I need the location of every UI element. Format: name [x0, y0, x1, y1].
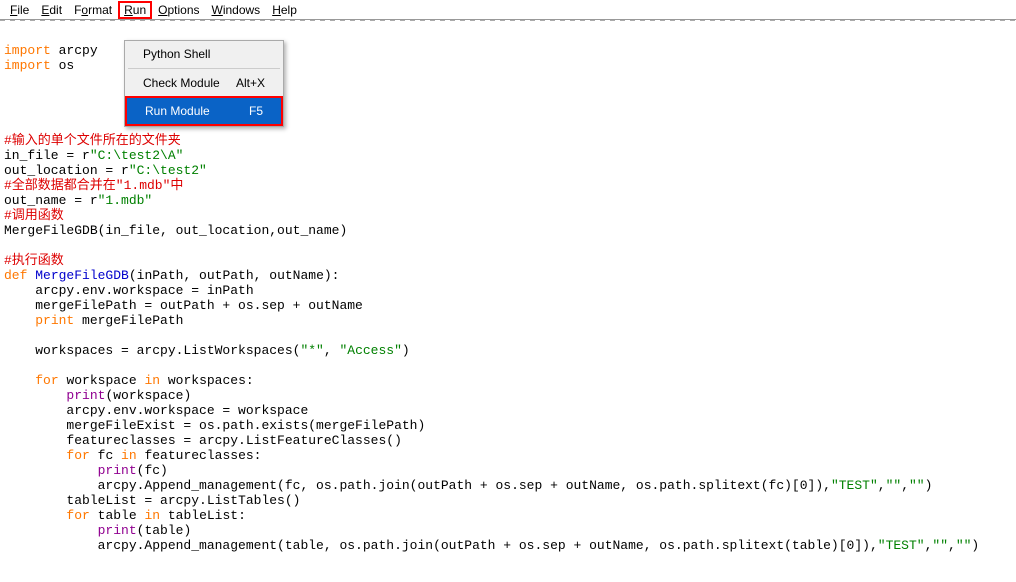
code-text	[4, 313, 35, 328]
code-text: ]),	[808, 478, 831, 493]
code-text: workspaces = arcpy.ListWorkspaces(	[4, 343, 300, 358]
code-text: mergeFileExist = os.path.exists(mergeFil…	[4, 418, 425, 433]
code-text: in_file = r	[4, 148, 90, 163]
code-text: tableList = arcpy.ListTables()	[4, 493, 300, 508]
keyword-print: print	[35, 313, 82, 328]
keyword-import: import	[4, 43, 59, 58]
code-text: ,	[878, 478, 886, 493]
code-text: mergeFilePath = outPath + os.sep + outNa…	[4, 298, 363, 313]
module-name: arcpy	[59, 43, 98, 58]
comment: #执行函数	[4, 253, 64, 268]
code-text	[4, 448, 66, 463]
keyword-in: in	[144, 508, 167, 523]
dropdown-check-module[interactable]: Check ModuleAlt+X	[125, 70, 283, 96]
comment: #输入的单个文件所在的文件夹	[4, 133, 181, 148]
code-text: (workspace)	[105, 388, 191, 403]
string-literal: ""	[956, 538, 972, 553]
run-dropdown: Python Shell Check ModuleAlt+X Run Modul…	[124, 40, 284, 127]
menu-options[interactable]: Options	[152, 1, 205, 19]
code-text: )	[925, 478, 933, 493]
string-literal: ""	[909, 478, 925, 493]
builtin-print: print	[66, 388, 105, 403]
keyword-import: import	[4, 58, 59, 73]
dropdown-python-shell[interactable]: Python Shell	[125, 41, 283, 67]
keyword-for: for	[35, 373, 66, 388]
separator-line	[0, 20, 1016, 21]
menubar: File Edit Format Run Options Windows Hel…	[0, 0, 1016, 20]
code-text: table	[98, 508, 145, 523]
builtin-print: print	[98, 523, 137, 538]
code-text: (fc)	[137, 463, 168, 478]
menu-windows[interactable]: Windows	[206, 1, 267, 19]
string-literal: "TEST"	[878, 538, 925, 553]
keyword-in: in	[144, 373, 167, 388]
code-text: ,	[948, 538, 956, 553]
code-text	[4, 523, 98, 538]
menu-run[interactable]: Run	[118, 1, 152, 19]
module-name: os	[59, 58, 75, 73]
code-text: arcpy.Append_management(fc, os.path.join…	[4, 478, 800, 493]
string-literal: "Access"	[339, 343, 401, 358]
code-text: MergeFileGDB(in_file, out_location,out_n…	[4, 223, 347, 238]
menu-help[interactable]: Help	[266, 1, 303, 19]
string-literal: ""	[886, 478, 902, 493]
builtin-print: print	[98, 463, 137, 478]
code-text: workspace	[66, 373, 144, 388]
code-text: mergeFilePath	[82, 313, 183, 328]
code-text	[4, 463, 98, 478]
code-text: arcpy.env.workspace = workspace	[4, 403, 308, 418]
keyword-def: def	[4, 268, 35, 283]
code-text: fc	[98, 448, 121, 463]
code-text: out_name = r	[4, 193, 98, 208]
string-literal: ""	[932, 538, 948, 553]
code-text: featureclasses:	[144, 448, 261, 463]
code-text: ,	[324, 343, 340, 358]
code-text: arcpy.env.workspace = inPath	[4, 283, 254, 298]
string-literal: "TEST"	[831, 478, 878, 493]
comment: #全部数据都合并在"1.mdb"中	[4, 178, 183, 193]
code-text: arcpy.Append_management(table, os.path.j…	[4, 538, 847, 553]
code-text: (table)	[137, 523, 192, 538]
code-text: (inPath, outPath, outName):	[129, 268, 340, 283]
dropdown-run-module-frame: Run ModuleF5	[125, 96, 283, 126]
code-text	[4, 373, 35, 388]
string-literal: "C:\test2\A"	[90, 148, 184, 163]
code-text: ,	[901, 478, 909, 493]
comment: #调用函数	[4, 208, 64, 223]
dropdown-run-module[interactable]: Run ModuleF5	[127, 98, 281, 124]
string-literal: "1.mdb"	[98, 193, 153, 208]
menu-edit[interactable]: Edit	[35, 1, 68, 19]
code-text: workspaces:	[168, 373, 254, 388]
menu-file[interactable]: File	[4, 1, 35, 19]
code-text: out_location = r	[4, 163, 129, 178]
keyword-for: for	[66, 448, 97, 463]
code-text: )	[402, 343, 410, 358]
code-text: )	[971, 538, 979, 553]
string-literal: "C:\test2"	[129, 163, 207, 178]
keyword-for: for	[66, 508, 97, 523]
string-literal: "*"	[300, 343, 323, 358]
code-text: featureclasses = arcpy.ListFeatureClasse…	[4, 433, 402, 448]
code-text: ]),	[854, 538, 877, 553]
number: 0	[800, 478, 808, 493]
code-text	[4, 508, 66, 523]
function-name: MergeFileGDB	[35, 268, 129, 283]
dropdown-divider	[128, 68, 280, 69]
code-text	[4, 388, 66, 403]
code-text: tableList:	[168, 508, 246, 523]
menu-format[interactable]: Format	[68, 1, 118, 19]
keyword-in: in	[121, 448, 144, 463]
